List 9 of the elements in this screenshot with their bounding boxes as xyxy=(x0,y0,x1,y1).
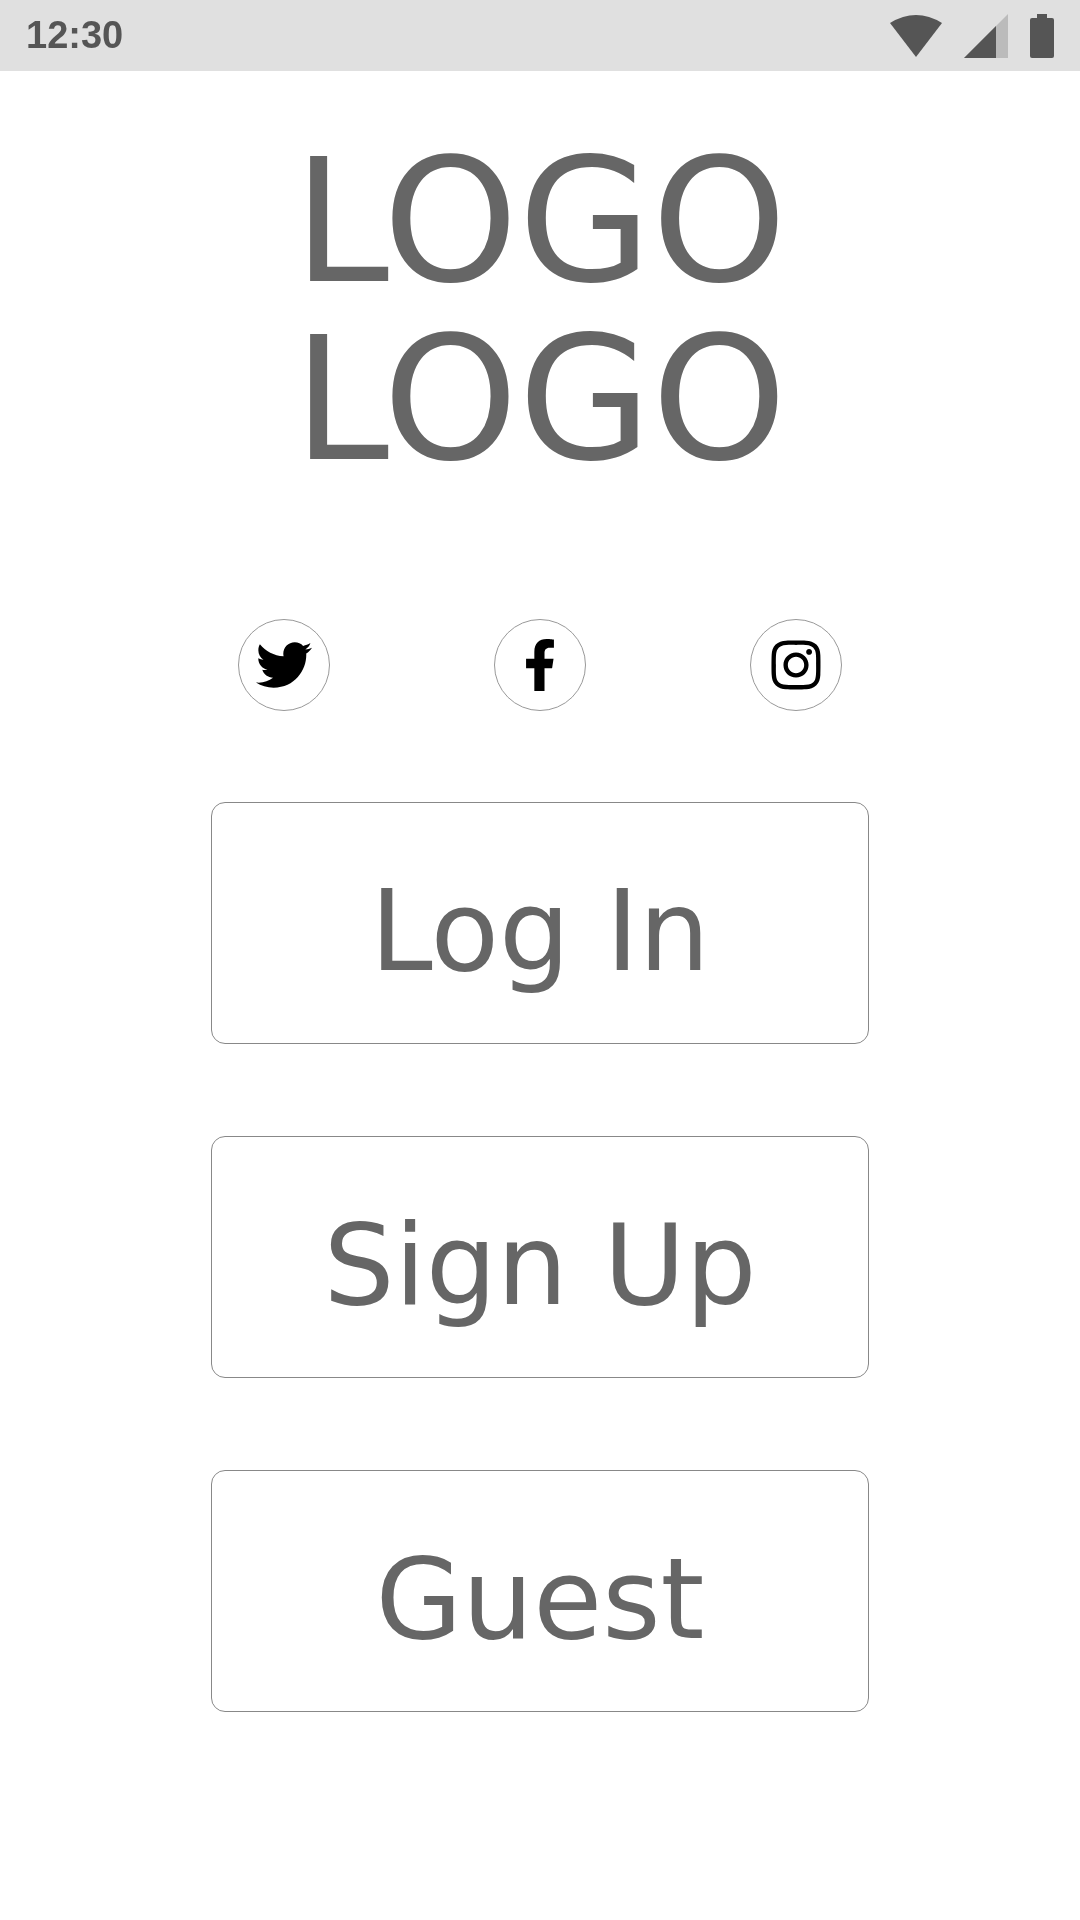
logo-text: LOGO xyxy=(293,311,787,489)
wifi-icon xyxy=(890,14,942,57)
action-button[interactable]: Sign Up xyxy=(211,1136,869,1378)
signal-icon xyxy=(964,13,1008,58)
action-button[interactable]: Guest xyxy=(211,1470,869,1712)
action-button[interactable]: Log In xyxy=(211,802,869,1044)
logo-text: LOGO xyxy=(293,133,787,311)
status-time: 12:30 xyxy=(26,13,124,58)
battery-icon xyxy=(1030,13,1054,58)
